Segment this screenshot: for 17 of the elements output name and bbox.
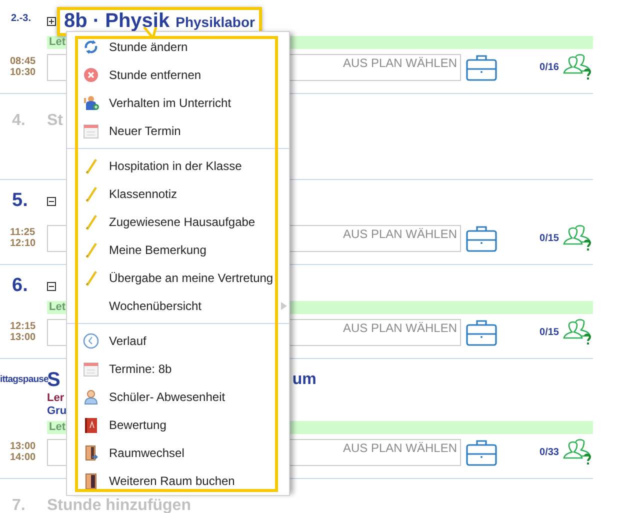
lesson-time: 08:45 10:30: [9, 56, 37, 78]
period-number: 4.: [11, 113, 26, 128]
lesson-time: 12:15 13:00: [9, 321, 37, 343]
attendance-count: 0/16: [540, 62, 559, 72]
attendance-count: 0/15: [540, 232, 559, 244]
attendance-count: 0/15: [540, 326, 559, 338]
room-label: um: [292, 371, 316, 389]
attendance-count: 0/33: [540, 446, 559, 458]
break-label: ittagspause: [0, 374, 48, 384]
period-number: 6.: [11, 275, 28, 297]
period-number: 7.: [11, 498, 26, 513]
info-line: Gru: [47, 405, 67, 418]
lesson-time: 13:00 14:00: [9, 441, 37, 463]
period-number: 2.-3.: [10, 13, 32, 24]
period-number: 5.: [11, 190, 28, 212]
lesson-time: 11:25 12:10: [9, 227, 37, 249]
info-line: Ler: [47, 392, 64, 405]
